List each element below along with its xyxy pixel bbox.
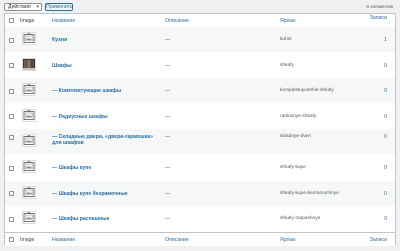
category-image [22, 160, 36, 173]
table-row: — Шкафы распашные — shkafy-raspashnye 0 [5, 206, 395, 231]
category-image [22, 108, 36, 122]
row-checkbox[interactable] [9, 165, 14, 171]
row-checkbox[interactable] [9, 114, 14, 120]
table-footer: Image Название Описание Ярлык Записи [5, 232, 395, 246]
term-name-link[interactable]: — Шкафы купе безрамочные [52, 191, 160, 197]
terms-table: Image Название Описание Ярлык Записи Кух… [4, 13, 396, 246]
term-description: — [165, 62, 171, 69]
term-count-link[interactable]: 0 [384, 134, 387, 140]
term-description: — [165, 165, 171, 171]
select-all-checkbox-footer[interactable] [9, 237, 14, 242]
bulk-actions-select[interactable]: Действия ▾ [4, 3, 42, 11]
term-description: — [165, 134, 171, 141]
column-image-footer: Image [20, 237, 35, 243]
items-count: 8 элементов [366, 4, 393, 9]
term-description: — [165, 113, 171, 120]
table-row: — Шкафы купе безрамочные — shkafy-kupe-bez… [5, 180, 395, 206]
apply-button[interactable]: Применить [45, 3, 73, 11]
table-row: Шкафы — shkafy 0 [5, 53, 395, 78]
term-name-link[interactable]: — Складные двери, «двери-гармошка» для ш… [52, 134, 160, 146]
term-count-link[interactable]: 0 [384, 216, 387, 222]
row-checkbox[interactable] [9, 134, 14, 140]
column-count-footer[interactable]: Записи [370, 237, 387, 243]
column-name-footer[interactable]: Название [52, 237, 75, 243]
term-description: — [165, 88, 171, 95]
category-image [22, 185, 36, 199]
column-slug-footer[interactable]: Ярлык [280, 237, 295, 243]
table-row: — Радиусные шкафы — radiusnye-shkafy 0 [5, 104, 395, 129]
table-header: Image Название Описание Ярлык Записи [5, 14, 395, 28]
column-description-sort[interactable]: Описание [165, 18, 189, 24]
category-image [22, 83, 36, 97]
bulk-actions-label: Действия [8, 4, 31, 10]
table-row: Кухни — kuhni 1 [5, 27, 395, 52]
term-name-link[interactable]: — Радиусные шкафы [52, 114, 160, 120]
term-slug: shkafy [280, 62, 294, 68]
term-count-link[interactable]: 1 [384, 37, 387, 43]
column-description-footer[interactable]: Описание [165, 237, 189, 243]
term-slug: shkafy-kupe [280, 165, 306, 170]
category-image [22, 134, 36, 148]
category-image [22, 32, 36, 45]
term-description: — [165, 37, 171, 43]
column-name-sort[interactable]: Название [52, 18, 75, 24]
table-row: — Комплектующие шкафы — komplektuyushhie-s… [5, 78, 395, 104]
term-slug: shkafy-kupe-bezramochnye [280, 190, 339, 196]
select-all-checkbox[interactable] [9, 18, 14, 23]
table-row: — Складные двери, «двери-гармошка» для ш… [5, 129, 395, 155]
term-name-link[interactable]: — Комплектующие шкафы [52, 88, 160, 94]
term-name-link[interactable]: — Шкафы купе [52, 165, 160, 171]
column-count-sort[interactable]: Записи [370, 15, 387, 21]
term-count-link[interactable]: 0 [384, 88, 387, 94]
row-checkbox[interactable] [9, 63, 14, 69]
term-slug: komplektuyushhie-shkafy [280, 88, 334, 94]
term-count-link[interactable]: 0 [384, 63, 387, 69]
term-count-link[interactable]: 0 [384, 165, 387, 171]
column-slug-sort[interactable]: Ярлык [280, 18, 295, 24]
row-checkbox[interactable] [9, 191, 14, 197]
term-slug: kuhni [280, 37, 292, 42]
tablenav-top: Действия ▾ Применить 8 элементов [4, 3, 396, 12]
chevron-down-icon: ▾ [36, 4, 39, 10]
term-count-link[interactable]: 0 [384, 191, 387, 197]
term-name-link[interactable]: — Шкафы распашные [52, 216, 160, 222]
row-checkbox[interactable] [9, 37, 14, 43]
table-row: — Шкафы купе — shkafy-kupe 0 [5, 155, 395, 180]
category-image [22, 57, 36, 71]
term-name-link[interactable]: Шкафы [52, 63, 160, 69]
row-checkbox[interactable] [9, 88, 14, 94]
term-count-link[interactable]: 0 [384, 114, 387, 120]
category-image [22, 211, 36, 225]
term-slug: radiusnye-shkafy [280, 113, 317, 119]
column-image: Image [20, 18, 35, 24]
term-description: — [165, 216, 171, 223]
row-checkbox[interactable] [9, 216, 14, 222]
term-description: — [165, 190, 171, 197]
term-slug: skladnye-dveri [280, 134, 311, 140]
term-slug: shkafy-raspashnye [280, 216, 321, 222]
term-name-link[interactable]: Кухни [52, 37, 160, 43]
